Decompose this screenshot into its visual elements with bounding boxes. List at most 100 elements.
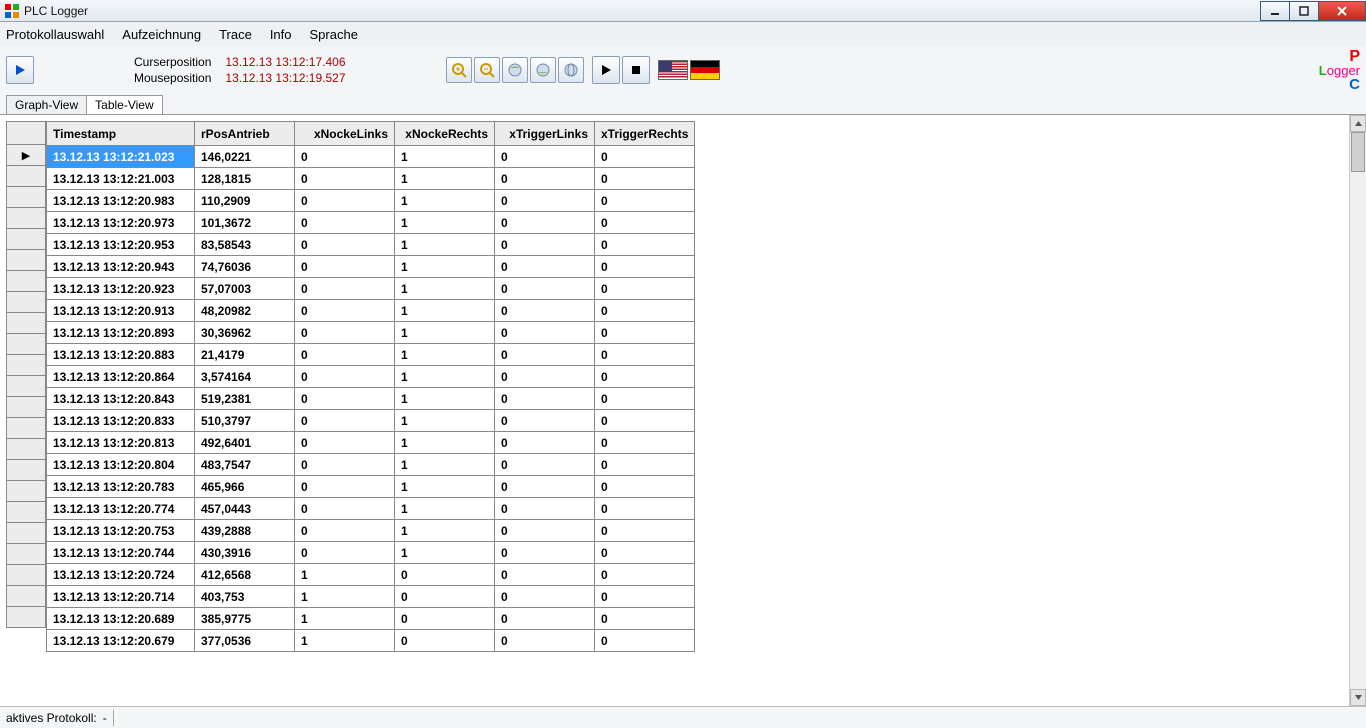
- table-row[interactable]: 13.12.13 13:12:20.973101,36720100: [47, 212, 695, 234]
- col-xnockelinks[interactable]: xNockeLinks: [295, 122, 395, 146]
- cell[interactable]: 0: [295, 520, 395, 542]
- table-row[interactable]: 13.12.13 13:12:20.813492,64010100: [47, 432, 695, 454]
- cell[interactable]: 13.12.13 13:12:20.833: [47, 410, 195, 432]
- table-row[interactable]: 13.12.13 13:12:20.89330,369620100: [47, 322, 695, 344]
- table-row[interactable]: 13.12.13 13:12:20.783465,9660100: [47, 476, 695, 498]
- scroll-up-button[interactable]: [1350, 115, 1366, 132]
- table-row[interactable]: 13.12.13 13:12:21.023146,02210100: [47, 146, 695, 168]
- cell[interactable]: 13.12.13 13:12:20.943: [47, 256, 195, 278]
- row-header[interactable]: [6, 459, 46, 481]
- table-row[interactable]: 13.12.13 13:12:20.94374,760360100: [47, 256, 695, 278]
- table-row[interactable]: 13.12.13 13:12:20.983110,29090100: [47, 190, 695, 212]
- scroll-track[interactable]: [1350, 132, 1366, 689]
- scroll-thumb[interactable]: [1351, 132, 1365, 172]
- cell[interactable]: 57,07003: [195, 278, 295, 300]
- row-header[interactable]: [6, 291, 46, 313]
- cell[interactable]: 1: [395, 190, 495, 212]
- cell[interactable]: 13.12.13 13:12:20.983: [47, 190, 195, 212]
- cell[interactable]: 13.12.13 13:12:20.883: [47, 344, 195, 366]
- cell[interactable]: 13.12.13 13:12:20.689: [47, 608, 195, 630]
- row-header[interactable]: [6, 249, 46, 271]
- cell[interactable]: 0: [595, 520, 695, 542]
- cell[interactable]: 1: [395, 366, 495, 388]
- row-header[interactable]: [6, 606, 46, 628]
- cell[interactable]: 519,2381: [195, 388, 295, 410]
- cell[interactable]: 0: [295, 410, 395, 432]
- cell[interactable]: 0: [595, 366, 695, 388]
- cell[interactable]: 0: [595, 300, 695, 322]
- cell[interactable]: 3,574164: [195, 366, 295, 388]
- window-maximize-button[interactable]: [1289, 1, 1319, 21]
- cell[interactable]: 13.12.13 13:12:20.753: [47, 520, 195, 542]
- cell[interactable]: 1: [295, 608, 395, 630]
- vertical-scrollbar[interactable]: [1349, 115, 1366, 706]
- cell[interactable]: 13.12.13 13:12:20.923: [47, 278, 195, 300]
- cell[interactable]: 13.12.13 13:12:20.893: [47, 322, 195, 344]
- cell[interactable]: 1: [395, 454, 495, 476]
- cell[interactable]: 0: [595, 388, 695, 410]
- cell[interactable]: 48,20982: [195, 300, 295, 322]
- cell[interactable]: 1: [395, 498, 495, 520]
- table-row[interactable]: 13.12.13 13:12:20.8643,5741640100: [47, 366, 695, 388]
- menu-aufzeichnung[interactable]: Aufzeichnung: [122, 27, 201, 42]
- cell[interactable]: 0: [295, 454, 395, 476]
- col-xnockerechts[interactable]: xNockeRechts: [395, 122, 495, 146]
- row-header[interactable]: [6, 165, 46, 187]
- cell[interactable]: 0: [295, 278, 395, 300]
- cell[interactable]: 30,36962: [195, 322, 295, 344]
- zoom-in-button[interactable]: [446, 57, 472, 83]
- cell[interactable]: 0: [295, 168, 395, 190]
- cell[interactable]: 0: [595, 212, 695, 234]
- cell[interactable]: 0: [295, 322, 395, 344]
- cell[interactable]: 1: [395, 388, 495, 410]
- cell[interactable]: 0: [595, 190, 695, 212]
- cell[interactable]: 1: [395, 168, 495, 190]
- cell[interactable]: 1: [395, 234, 495, 256]
- cell[interactable]: 0: [595, 564, 695, 586]
- table-row[interactable]: 13.12.13 13:12:20.833510,37970100: [47, 410, 695, 432]
- cell[interactable]: 0: [295, 542, 395, 564]
- cell[interactable]: 0: [595, 454, 695, 476]
- cell[interactable]: 0: [495, 322, 595, 344]
- cell[interactable]: 13.12.13 13:12:20.973: [47, 212, 195, 234]
- cell[interactable]: 0: [595, 344, 695, 366]
- row-header[interactable]: [6, 207, 46, 229]
- table-row[interactable]: 13.12.13 13:12:20.804483,75470100: [47, 454, 695, 476]
- cell[interactable]: 0: [495, 168, 595, 190]
- scroll-down-button[interactable]: [1350, 689, 1366, 706]
- table-row[interactable]: 13.12.13 13:12:20.744430,39160100: [47, 542, 695, 564]
- record-stop-button[interactable]: [622, 56, 650, 84]
- row-header[interactable]: [6, 438, 46, 460]
- cell[interactable]: 83,58543: [195, 234, 295, 256]
- globe-2-button[interactable]: [530, 57, 556, 83]
- cell[interactable]: 0: [595, 322, 695, 344]
- cell[interactable]: 0: [495, 366, 595, 388]
- cell[interactable]: 483,7547: [195, 454, 295, 476]
- cell[interactable]: 0: [295, 256, 395, 278]
- window-minimize-button[interactable]: [1260, 1, 1290, 21]
- row-header[interactable]: [6, 270, 46, 292]
- table-row[interactable]: 13.12.13 13:12:20.95383,585430100: [47, 234, 695, 256]
- table-row[interactable]: 13.12.13 13:12:20.714403,7531000: [47, 586, 695, 608]
- cell[interactable]: 128,1815: [195, 168, 295, 190]
- cell[interactable]: 0: [595, 256, 695, 278]
- cell[interactable]: 0: [495, 212, 595, 234]
- menu-protokollauswahl[interactable]: Protokollauswahl: [6, 27, 104, 42]
- menu-sprache[interactable]: Sprache: [310, 27, 358, 42]
- cell[interactable]: 1: [395, 256, 495, 278]
- cell[interactable]: 1: [395, 432, 495, 454]
- play-button[interactable]: [6, 56, 34, 84]
- cell[interactable]: 0: [295, 366, 395, 388]
- cell[interactable]: 21,4179: [195, 344, 295, 366]
- cell[interactable]: 510,3797: [195, 410, 295, 432]
- cell[interactable]: 492,6401: [195, 432, 295, 454]
- cell[interactable]: 74,76036: [195, 256, 295, 278]
- cell[interactable]: 465,966: [195, 476, 295, 498]
- cell[interactable]: 0: [595, 432, 695, 454]
- col-timestamp[interactable]: Timestamp: [47, 122, 195, 146]
- cell[interactable]: 0: [295, 476, 395, 498]
- cell[interactable]: 1: [295, 586, 395, 608]
- cell[interactable]: 13.12.13 13:12:20.804: [47, 454, 195, 476]
- zoom-out-button[interactable]: [474, 57, 500, 83]
- cell[interactable]: 0: [595, 498, 695, 520]
